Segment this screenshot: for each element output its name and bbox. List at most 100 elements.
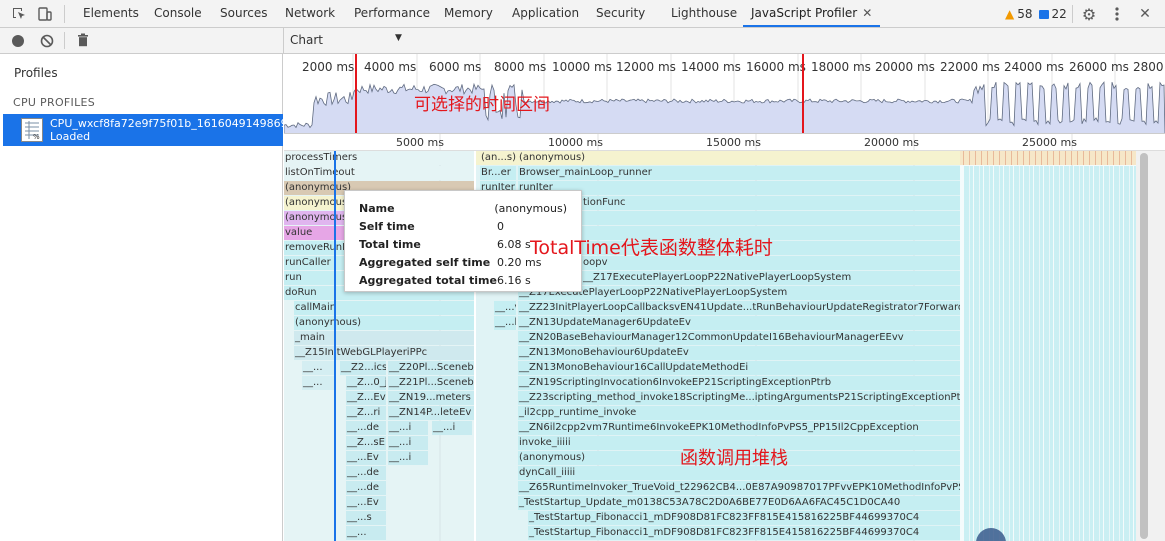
- flame-frame[interactable]: Br...er: [480, 166, 516, 180]
- flame-frame[interactable]: __...i: [388, 451, 428, 465]
- flame-frame[interactable]: __Z23scripting_method_invoke18ScriptingM…: [518, 391, 960, 405]
- flame-frame[interactable]: _TestStartup_Fibonacci1_mDF908D81FC823FF…: [528, 526, 960, 540]
- overview-tick: 20000 ms: [875, 60, 935, 74]
- flame-frame[interactable]: __Z17ExecutePlayerLoopP22NativePlayerLoo…: [518, 286, 960, 300]
- divider: [283, 28, 284, 54]
- tooltip-value: 6.16 s: [497, 274, 531, 287]
- flame-frame[interactable]: __...i: [388, 436, 428, 450]
- flame-frame[interactable]: __ZN19...meters: [388, 391, 474, 405]
- flame-frame[interactable]: callMain: [294, 301, 474, 315]
- overview-tick: 2800: [1133, 60, 1164, 74]
- flame-frame[interactable]: __...: [346, 526, 386, 540]
- flame-frame[interactable]: __...Ev: [346, 496, 386, 510]
- settings-gear-icon[interactable]: ⚙: [1080, 5, 1098, 24]
- tooltip-key: Name: [359, 202, 395, 215]
- flame-frame[interactable]: __ZN13MonoBehaviour16CallUpdateMethodEi: [518, 361, 960, 375]
- overview-tick: 26000 ms: [1069, 60, 1129, 74]
- cpu-profile-icon: %: [21, 118, 43, 142]
- record-icon[interactable]: [12, 35, 24, 47]
- flame-frame[interactable]: _il2cpp_runtime_invoke: [518, 406, 960, 420]
- flame-frame[interactable]: processTimers: [284, 151, 474, 165]
- close-tab-icon[interactable]: ✕: [862, 6, 872, 20]
- tab-console[interactable]: Console: [154, 0, 202, 27]
- divider: [64, 5, 65, 23]
- inspect-element-icon[interactable]: [10, 5, 28, 23]
- flame-frame[interactable]: __...i: [432, 421, 472, 435]
- tab-lighthouse[interactable]: Lighthouse: [671, 0, 737, 27]
- view-select[interactable]: Chart ▼: [290, 33, 405, 49]
- flame-frame[interactable]: __...v: [494, 301, 516, 315]
- tab-javascript-profiler[interactable]: JavaScript Profiler ✕: [743, 0, 881, 27]
- flame-frame[interactable]: __Z65RuntimeInvoker_TrueVoid_t22962CB4..…: [518, 481, 960, 495]
- flame-frame[interactable]: (anonymous): [294, 316, 474, 330]
- device-toolbar-icon[interactable]: [36, 5, 54, 23]
- flame-frame[interactable]: Browser_mainLoop_runner: [518, 166, 960, 180]
- more-options-icon[interactable]: [1108, 5, 1126, 23]
- flame-frame[interactable]: __ZN13UpdateManager6UpdateEv: [518, 316, 960, 330]
- flame-frame[interactable]: (anonymous): [518, 151, 960, 165]
- flame-frame[interactable]: __...Ev: [346, 451, 386, 465]
- profile-list-item[interactable]: % CPU_wxcf8fa72e9f75f01b_1616049149869_c…: [3, 114, 283, 146]
- flame-frame[interactable]: __Z...0_j: [346, 376, 386, 390]
- flame-frame[interactable]: _TestStartup_Fibonacci1_mDF908D81FC823FF…: [528, 511, 960, 525]
- flame-frame[interactable]: __...de: [346, 466, 386, 480]
- flame-frame[interactable]: __...: [302, 376, 336, 390]
- flame-frame[interactable]: __Z...sE: [346, 436, 386, 450]
- divider: [64, 32, 65, 49]
- overview-tick: 18000 ms: [811, 60, 871, 74]
- flame-frame[interactable]: __Z2...icsb: [340, 361, 386, 375]
- flame-frame[interactable]: tionFunc: [582, 196, 960, 210]
- ruler-tick: 15000 ms: [706, 136, 761, 149]
- ruler-tick: 25000 ms: [1022, 136, 1077, 149]
- flame-frame[interactable]: _TestStartup_Update_m0138C53A78C2D0A6BE7…: [518, 496, 960, 510]
- tab-performance[interactable]: Performance: [354, 0, 430, 27]
- time-range-annotation: 可选择的时间区间: [414, 95, 550, 115]
- trash-icon[interactable]: [77, 33, 89, 50]
- flame-frame[interactable]: __...s: [346, 511, 386, 525]
- flame-frame[interactable]: runIter: [518, 181, 960, 195]
- flame-frame[interactable]: (an...s): [480, 151, 516, 165]
- flame-frame[interactable]: __Z17ExecutePlayerLoopP22NativePlayerLoo…: [582, 271, 960, 285]
- flame-frame-dense: [960, 151, 1136, 165]
- call-stack-annotation: 函数调用堆栈: [680, 448, 788, 469]
- flame-frame[interactable]: __Z20Pl...Sceneb: [388, 361, 474, 375]
- flame-frame[interactable]: __ZN13MonoBehaviour6UpdateEv: [518, 346, 960, 360]
- flame-frame[interactable]: _main: [294, 331, 474, 345]
- close-devtools-icon[interactable]: ✕: [1136, 5, 1154, 23]
- flame-frame[interactable]: [582, 211, 960, 225]
- flame-frame[interactable]: __...de: [346, 421, 386, 435]
- overview-tick: 2000 ms: [302, 60, 355, 74]
- flame-frame[interactable]: __ZN14P...leteEv: [388, 406, 474, 420]
- flame-frame[interactable]: __Z...ri: [346, 406, 386, 420]
- tab-elements[interactable]: Elements: [83, 0, 139, 27]
- flame-frame[interactable]: __ZN6il2cpp2vm7Runtime6InvokeEPK10Method…: [518, 421, 960, 435]
- timeline-overview[interactable]: 2000 ms 4000 ms 6000 ms 8000 ms 10000 ms…: [284, 54, 1165, 134]
- clear-all-icon[interactable]: [40, 34, 54, 51]
- flame-frame[interactable]: __Z21Pl...Sceneb: [388, 376, 474, 390]
- flame-frame[interactable]: __ZN20BaseBehaviourManager12CommonUpdate…: [518, 331, 960, 345]
- tab-application[interactable]: Application: [512, 0, 579, 27]
- tab-memory[interactable]: Memory: [444, 0, 493, 27]
- flame-frame[interactable]: listOnTimeout: [284, 166, 474, 180]
- tooltip-value: (anonymous): [494, 202, 567, 215]
- vertical-scrollbar[interactable]: [1136, 151, 1165, 541]
- flame-frame[interactable]: __ZN19ScriptingInvocation6InvokeEP21Scri…: [518, 376, 960, 390]
- flame-frame[interactable]: __...b: [494, 316, 516, 330]
- profiles-sidebar: Profiles CPU PROFILES % CPU_wxcf8fa72e9f…: [0, 54, 283, 541]
- tab-network[interactable]: Network: [285, 0, 335, 27]
- issues-counter[interactable]: ▲ 58 22: [1005, 6, 1067, 22]
- flame-frame[interactable]: __Z15InitWebGLPlayeriPPc: [294, 346, 474, 360]
- tab-sources[interactable]: Sources: [220, 0, 267, 27]
- profiles-heading: Profiles: [14, 66, 58, 80]
- tab-label: JavaScript Profiler: [751, 6, 858, 20]
- flame-frame[interactable]: __ZZ23InitPlayerLoopCallbacksvEN41Update…: [518, 301, 960, 315]
- tab-security[interactable]: Security: [596, 0, 645, 27]
- overview-tick: 22000 ms: [940, 60, 1000, 74]
- flame-frame[interactable]: __...i: [388, 421, 428, 435]
- flame-frame[interactable]: __...: [302, 361, 336, 375]
- flame-frame[interactable]: __Z...Ev: [346, 391, 386, 405]
- scrollbar-thumb[interactable]: [1140, 153, 1148, 539]
- flame-frame[interactable]: __...de: [346, 481, 386, 495]
- flame-chart-ruler: 5000 ms 10000 ms 15000 ms 20000 ms 25000…: [284, 134, 1165, 151]
- tooltip-row: Aggregated total time 6.16 s: [359, 272, 567, 290]
